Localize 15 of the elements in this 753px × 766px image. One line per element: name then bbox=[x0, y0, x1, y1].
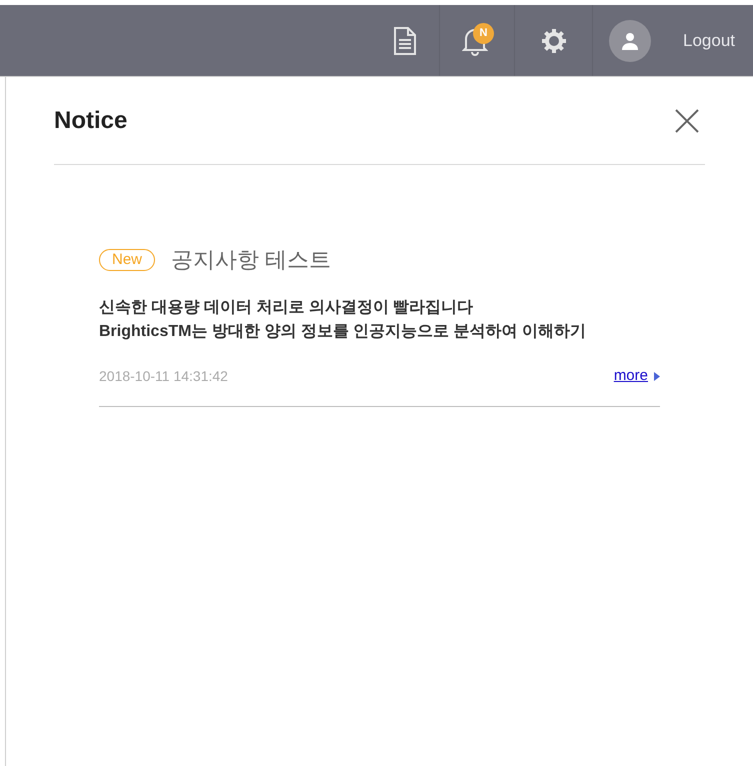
close-icon bbox=[675, 108, 699, 132]
panel-title: Notice bbox=[54, 106, 128, 136]
new-badge: New bbox=[99, 248, 156, 270]
notification-badge: N bbox=[473, 22, 494, 44]
close-button[interactable] bbox=[673, 106, 701, 134]
avatar-button[interactable] bbox=[609, 20, 651, 62]
notice-date: 2018-10-11 14:31:42 bbox=[99, 366, 228, 386]
notice-body-line: 신속한 대용량 데이터 처리로 의사결정이 빨라집니다 bbox=[99, 298, 474, 318]
document-icon bbox=[392, 26, 416, 56]
notice-body-line: BrighticsTM는 방대한 양의 정보를 인공지능으로 분석하여 이해하기 bbox=[99, 322, 588, 342]
person-icon bbox=[621, 32, 639, 50]
notice-title[interactable]: 공지사항 테스트 bbox=[171, 243, 332, 276]
caret-icon bbox=[654, 372, 660, 381]
logout-link[interactable]: Logout bbox=[683, 28, 735, 54]
more-link[interactable]: more bbox=[614, 365, 660, 388]
